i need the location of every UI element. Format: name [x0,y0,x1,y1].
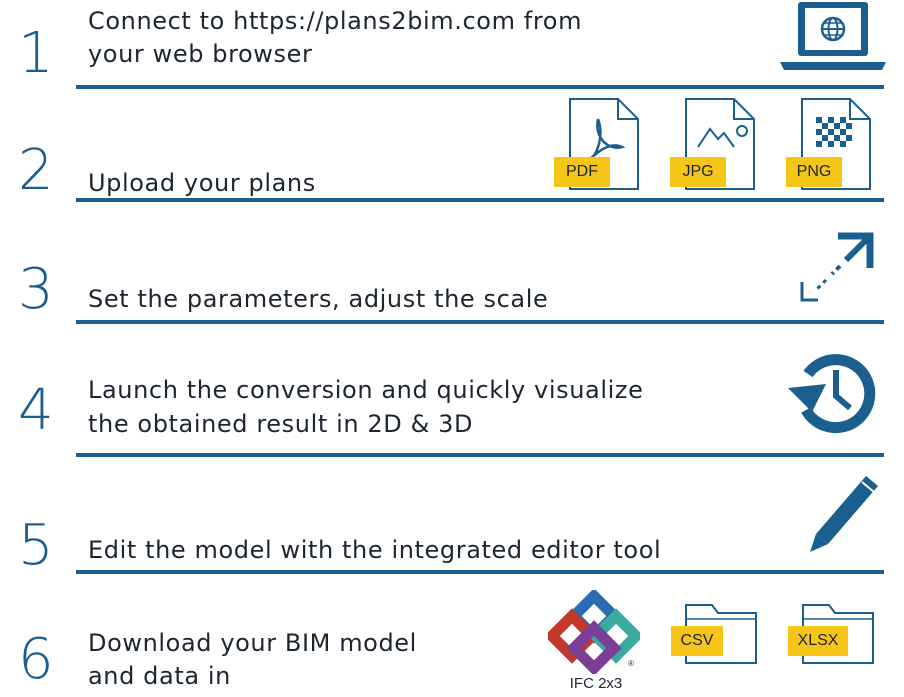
history-clock-icon [788,354,876,434]
step-4-number: 4 [18,378,54,443]
laptop-globe-icon [780,2,886,70]
step-6-number: 6 [18,627,54,692]
csv-tag: CSV [671,626,723,656]
resize-arrow-icon [800,232,874,302]
step-1-line-2: your web browser [88,40,313,68]
svg-text:®: ® [628,659,634,668]
step-2-line-1: Upload your plans [88,169,316,197]
step-1-line-1: Connect to https://plans2bim.com from [88,7,583,35]
ifc-label: IFC 2x3 [569,675,623,692]
pdf-tag: PDF [554,157,610,187]
step-6-line-2: and data in [88,662,231,690]
ifc-logo-icon: ® [548,590,640,674]
pencil-icon [810,476,878,552]
step-3-line-1: Set the parameters, adjust the scale [88,285,549,313]
step-3-number: 3 [18,257,54,322]
step-5-divider [76,570,884,574]
jpg-tag: JPG [670,157,726,187]
step-4-line-1: Launch the conversion and quickly visual… [88,376,644,404]
step-2-number: 2 [18,138,54,203]
step-3-divider [76,320,884,324]
step-6-line-1: Download your BIM model [88,629,417,657]
step-1-divider [76,85,884,89]
xlsx-tag: XLSX [788,626,848,656]
step-1-number: 1 [18,21,54,86]
step-5-line-1: Edit the model with the integrated edito… [88,536,662,564]
step-2-divider [76,198,884,202]
step-4-divider [76,453,884,457]
step-5-number: 5 [18,513,54,578]
png-tag: PNG [786,157,842,187]
step-4-line-2: the obtained result in 2D & 3D [88,410,474,438]
